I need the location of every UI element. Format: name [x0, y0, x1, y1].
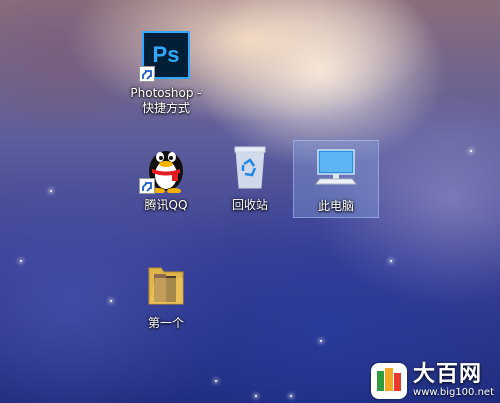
desktop-icon-qq[interactable]: 腾讯QQ — [124, 140, 208, 213]
shortcut-arrow-icon — [139, 178, 155, 194]
desktop-icon-this-pc[interactable]: 此电脑 — [293, 140, 379, 218]
photoshop-icon: Ps — [139, 28, 193, 82]
desktop-icon-label: 此电脑 — [317, 199, 354, 213]
computer-monitor-icon — [309, 141, 363, 195]
recycle-bin-icon — [223, 140, 277, 194]
desktop-icon-label: Photoshop - 快捷方式 — [130, 86, 202, 115]
watermark-title: 大百网 — [413, 362, 483, 387]
watermark-logo-icon — [371, 363, 408, 399]
desktop-icon-label: 第一个 — [147, 316, 184, 330]
desktop-icon-label: 回收站 — [231, 198, 268, 212]
folder-icon — [139, 258, 193, 312]
watermark-url: www.big100.net — [413, 387, 494, 398]
desktop-icon-label: 腾讯QQ — [144, 198, 188, 212]
desktop-icon-recycle-bin[interactable]: 回收站 — [208, 140, 292, 213]
site-watermark: 大百网 www.big100.net — [371, 363, 494, 399]
desktop-icon-folder[interactable]: 第一个 — [124, 258, 208, 331]
desktop-icon-photoshop[interactable]: Ps Photoshop - 快捷方式 — [124, 28, 208, 116]
qq-penguin-icon — [139, 140, 193, 194]
shortcut-arrow-icon — [139, 66, 155, 82]
